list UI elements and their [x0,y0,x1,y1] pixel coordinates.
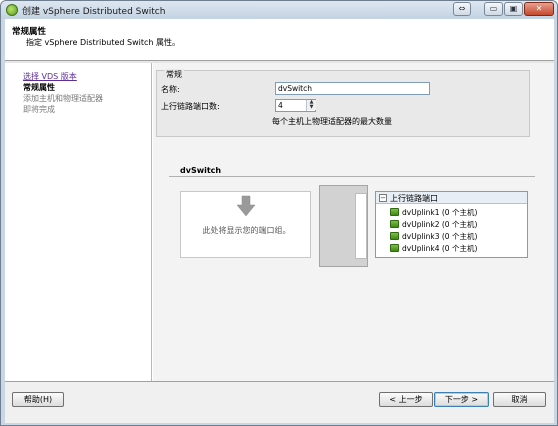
uplink-label: dvUplink4 (0 个主机) [402,244,478,253]
nav-step-ready-to-complete: 即将完成 [23,105,55,114]
uplink-title: 上行链路端口 [390,194,438,203]
back-button[interactable]: < 上一步 [379,392,433,407]
help-button[interactable]: 帮助(H) [12,392,64,407]
uplink-label: dvUplink2 (0 个主机) [402,220,478,229]
network-adapter-icon [390,208,399,216]
uplink-label: dvUplink1 (0 个主机) [402,208,478,217]
name-input[interactable] [275,82,430,95]
spinner-down-icon[interactable]: ▼ [307,105,316,110]
vsphere-logo-icon [6,4,18,16]
nav-step-add-hosts: 添加主机和物理适配器 [23,94,103,103]
uplink-count-value: 4 [278,101,283,110]
wizard-steps-nav: 选择 VDS 版本 常规属性 添加主机和物理适配器 即将完成 [5,63,152,381]
uplink-label: dvUplink3 (0 个主机) [402,232,478,241]
nav-step-select-version[interactable]: 选择 VDS 版本 [23,71,77,82]
maximize-button[interactable]: ▣ [504,2,523,16]
close-button[interactable]: ✕ [524,2,554,16]
uplink-ports-box: − 上行链路端口 dvUplink1 (0 个主机) dvUplink2 (0 … [375,191,528,258]
switch-graphic [319,185,368,267]
network-adapter-icon [390,232,399,240]
diagram-divider [169,176,535,177]
general-legend: 常规 [164,69,184,80]
uplink-hint: 每个主机上物理适配器的最大数量 [272,117,392,126]
window-title: 创建 vSphere Distributed Switch [22,7,166,17]
wizard-header: 常规属性 指定 vSphere Distributed Switch 属性。 [5,19,554,61]
collapse-icon[interactable]: − [379,194,387,202]
general-group: 常规 名称: 上行链路端口数: 4 ▲ ▼ 每个主机上物理适配器的最大数量 [156,69,530,137]
wizard-footer: 帮助(H) < 上一步 下一步 > 取消 [5,381,554,423]
next-button[interactable]: 下一步 > [434,392,489,407]
uplink-count-label: 上行链路端口数: [161,102,220,111]
uplink-header[interactable]: − 上行链路端口 [376,192,527,204]
name-label: 名称: [161,85,180,94]
wizard-window: 创建 vSphere Distributed Switch ⇔ ▭ ▣ ✕ 常规… [0,0,558,426]
wizard-client: 常规属性 指定 vSphere Distributed Switch 属性。 选… [5,19,554,423]
page-title: 常规属性 [12,27,47,37]
nav-step-general-properties: 常规属性 [23,83,55,92]
minimize-button[interactable]: ▭ [484,2,503,16]
uplink-item[interactable]: dvUplink1 (0 个主机) [390,207,477,218]
portgroup-placeholder: 此处将显示您的端口组。 [202,226,291,235]
main-panel: 常规 名称: 上行链路端口数: 4 ▲ ▼ 每个主机上物理适配器的最大数量 dv… [153,63,554,381]
network-adapter-icon [390,244,399,252]
cancel-button[interactable]: 取消 [493,392,546,407]
title-bar[interactable]: 创建 vSphere Distributed Switch ⇔ ▭ ▣ ✕ [1,1,557,19]
network-adapter-icon [390,220,399,228]
uplink-item[interactable]: dvUplink4 (0 个主机) [390,243,477,254]
switch-slot [355,193,367,259]
down-arrow-icon [236,195,256,217]
uplink-item[interactable]: dvUplink3 (0 个主机) [390,231,477,242]
diagram-title: dvSwitch [180,166,222,175]
uplink-item[interactable]: dvUplink2 (0 个主机) [390,219,477,230]
uplink-count-spinner[interactable]: 4 ▲ ▼ [275,99,316,112]
spinner-buttons: ▲ ▼ [306,100,316,111]
page-subtitle: 指定 vSphere Distributed Switch 属性。 [26,38,181,47]
restore-icon[interactable]: ⇔ [453,2,471,16]
portgroup-area: 此处将显示您的端口组。 [180,191,311,258]
